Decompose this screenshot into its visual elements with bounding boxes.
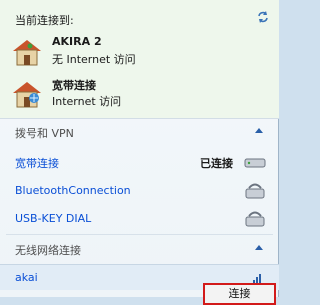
house-network-icon [13, 82, 41, 108]
connection-status: 已连接 [200, 157, 233, 170]
dialup-vpn-section[interactable]: 拨号和 VPN [0, 119, 279, 145]
connection-item-usb-key[interactable]: USB-KEY DIAL [0, 204, 279, 232]
connection-label: 宽带连接 [15, 157, 59, 170]
connection-item-broadband[interactable]: 宽带连接 已连接 [0, 147, 279, 175]
network-name: 宽带连接 [52, 79, 96, 92]
house-network-icon [13, 40, 41, 66]
phone-modem-icon [245, 211, 265, 227]
current-connections-area: 当前连接到: AKIRA 2 无 Internet 访问 宽带连接 Intern… [0, 0, 279, 119]
modem-icon [244, 158, 266, 168]
connection-label: USB-KEY DIAL [15, 212, 92, 225]
connection-label: BluetoothConnection [15, 184, 131, 197]
current-network-akira: AKIRA 2 无 Internet 访问 [10, 34, 270, 74]
current-connection-title: 当前连接到: [15, 14, 74, 27]
network-flyout: 当前连接到: AKIRA 2 无 Internet 访问 宽带连接 Intern… [0, 0, 279, 297]
current-network-broadband: 宽带连接 Internet 访问 [10, 76, 270, 116]
network-access: Internet 访问 [52, 95, 122, 108]
network-access: 无 Internet 访问 [52, 53, 136, 66]
connection-item-bluetooth[interactable]: BluetoothConnection [0, 176, 279, 204]
section-title: 无线网络连接 [15, 244, 81, 257]
divider [6, 234, 273, 235]
refresh-icon[interactable] [256, 10, 270, 24]
phone-modem-icon [245, 183, 265, 199]
connect-button[interactable]: 连接 [203, 283, 276, 305]
wireless-network-name: akai [15, 271, 38, 284]
chevron-up-icon[interactable] [255, 127, 263, 133]
section-title: 拨号和 VPN [15, 127, 74, 140]
signal-strength-icon [253, 274, 261, 283]
network-name: AKIRA 2 [52, 35, 102, 48]
chevron-up-icon[interactable] [255, 244, 263, 250]
wireless-section[interactable]: 无线网络连接 [0, 236, 279, 262]
